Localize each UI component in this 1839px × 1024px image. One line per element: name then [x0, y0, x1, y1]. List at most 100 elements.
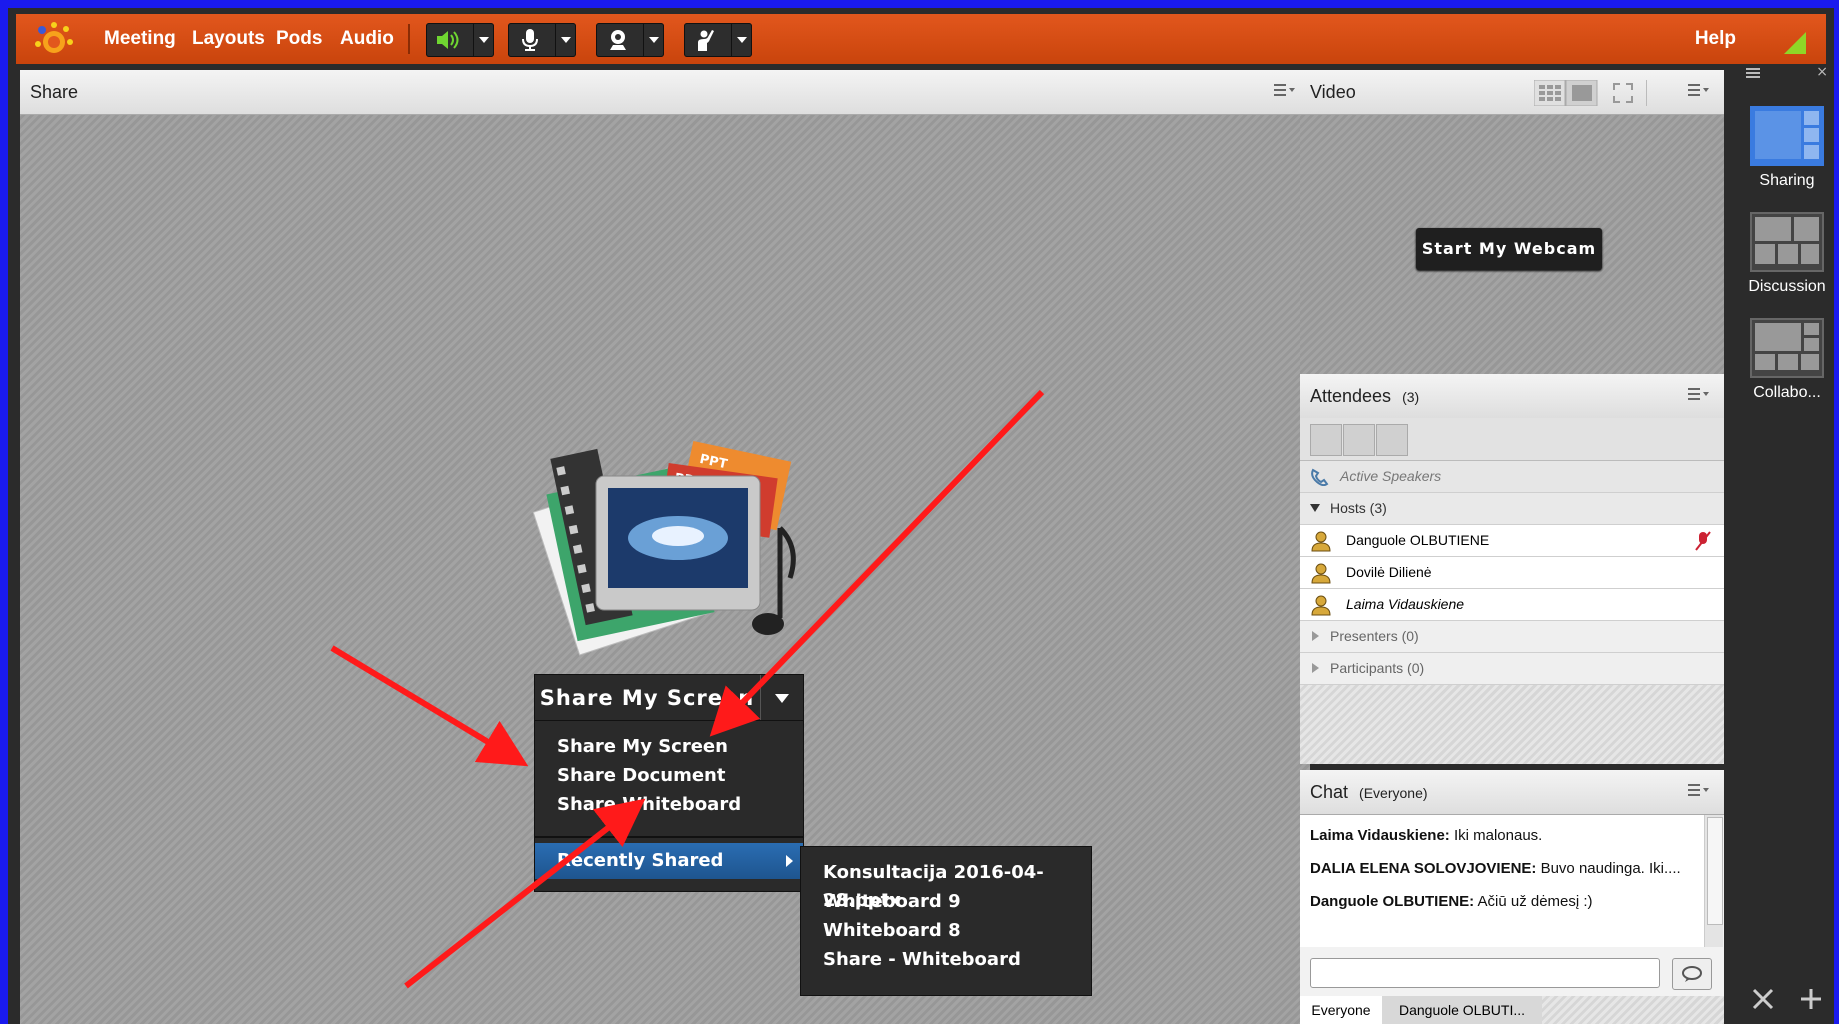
host-user-icon — [1311, 531, 1331, 552]
chevron-down-icon — [737, 37, 747, 43]
menubar-divider — [408, 24, 410, 54]
layout-sharing-label[interactable]: Sharing — [1740, 172, 1834, 190]
app-logo-icon — [35, 22, 73, 53]
chat-pod-menu-icon[interactable] — [1688, 784, 1710, 800]
presenters-group-row[interactable]: Presenters (0) — [1300, 621, 1724, 653]
share-my-screen-label[interactable]: Share My Screen — [535, 675, 759, 721]
raise-hand-icon — [698, 30, 714, 51]
menu-audio[interactable]: Audio — [340, 14, 394, 64]
host-user-icon — [1311, 595, 1331, 616]
speaker-button[interactable] — [426, 23, 494, 57]
chat-message: DALIA ELENA SOLOVJOVIENE: Buvo naudinga.… — [1310, 860, 1681, 877]
start-my-webcam-button[interactable]: Start My Webcam — [1416, 228, 1602, 270]
music-note-icon — [752, 613, 784, 635]
attendee-row[interactable]: Dovilė Dilienė — [1300, 557, 1724, 589]
chat-pod-title: Chat (Everyone) — [1310, 782, 1428, 802]
webcam-dropdown[interactable] — [643, 23, 664, 57]
recent-item[interactable]: Share - Whiteboard — [823, 946, 1021, 974]
speaker-dropdown[interactable] — [473, 23, 494, 57]
layout-discussion-label[interactable]: Discussion — [1740, 278, 1834, 296]
speaker-icon — [437, 31, 459, 49]
speech-bubble-icon — [1682, 966, 1702, 982]
layout-discussion-thumb[interactable] — [1750, 212, 1824, 272]
microphone-dropdown[interactable] — [555, 23, 576, 57]
expand-down-icon — [1310, 504, 1320, 512]
microphone-button[interactable] — [508, 23, 576, 57]
recent-item[interactable]: Whiteboard 9 — [823, 888, 961, 916]
expand-right-icon — [1312, 663, 1319, 673]
chevron-down-icon — [479, 37, 489, 43]
recent-item[interactable]: Konsultacija 2016-04-28.pptx — [823, 859, 1091, 911]
chat-input[interactable] — [1310, 958, 1660, 988]
share-options-menu: Share My Screen Share Document Share Whi… — [534, 720, 804, 892]
chat-scrollbar[interactable] — [1704, 815, 1723, 947]
host-user-icon — [1311, 563, 1331, 584]
chat-tab-everyone[interactable]: Everyone — [1300, 996, 1383, 1024]
chat-message: Laima Vidauskiene: Iki malonaus. — [1310, 827, 1543, 844]
share-my-screen-button[interactable]: Share My Screen — [534, 674, 804, 722]
raise-hand-button[interactable] — [684, 23, 752, 57]
video-view-toggle[interactable] — [1534, 80, 1598, 106]
menu-pods[interactable]: Pods — [276, 14, 322, 64]
chat-message: Danguole OLBUTIENE: Ačiū už dėmesį :) — [1310, 893, 1593, 910]
menu-share-whiteboard[interactable]: Share Whiteboard — [557, 791, 741, 819]
chevron-down-icon — [561, 37, 571, 43]
menu-help[interactable]: Help — [1695, 14, 1736, 64]
attendees-pod-menu-icon[interactable] — [1688, 388, 1710, 404]
adobe-connect-window: Meeting Layouts Pods Audio Help Share PP… — [8, 8, 1834, 1024]
layouts-menu-icon[interactable] — [1746, 68, 1760, 78]
breakout-view-icon[interactable] — [1343, 424, 1375, 456]
close-icon[interactable]: × — [1816, 64, 1828, 80]
attendees-pod-header: Attendees (3) — [1300, 374, 1724, 419]
add-layout-icon[interactable] — [1798, 986, 1824, 1012]
connection-signal-icon — [1784, 32, 1806, 54]
attendees-pod: Attendees (3) Active Speakers Hosts (3) … — [1300, 374, 1724, 764]
menu-layouts[interactable]: Layouts — [192, 14, 265, 64]
share-pod-title: Share — [30, 82, 79, 102]
chat-scroll-thumb[interactable] — [1707, 817, 1723, 925]
hosts-group-label: Hosts (3) — [1330, 500, 1387, 516]
fullscreen-icon[interactable] — [1612, 82, 1634, 104]
tools-icon[interactable] — [1750, 986, 1776, 1012]
list-view-icon[interactable] — [1310, 424, 1342, 456]
chevron-down-icon — [649, 37, 659, 43]
chat-pod: Chat (Everyone) Laima Vidauskiene: Iki m… — [1300, 770, 1724, 1024]
share-pod: Share PPT PDF — [20, 70, 1310, 1024]
video-pod-title: Video — [1310, 82, 1356, 102]
microphone-active-icon — [1695, 531, 1711, 551]
video-pod-menu-icon[interactable] — [1688, 84, 1710, 100]
layout-sharing-thumb[interactable] — [1750, 106, 1824, 166]
share-pod-menu-icon[interactable] — [1274, 84, 1296, 100]
status-dropdown[interactable] — [731, 23, 752, 57]
hosts-group-row[interactable]: Hosts (3) — [1300, 493, 1724, 525]
chat-tab-private[interactable]: Danguole OLBUTI... — [1382, 996, 1543, 1024]
attendee-row[interactable]: Danguole OLBUTIENE — [1300, 525, 1724, 557]
attendee-row[interactable]: Laima Vidauskiene — [1300, 589, 1724, 621]
recent-item[interactable]: Whiteboard 8 — [823, 917, 961, 945]
status-view-icon[interactable] — [1376, 424, 1408, 456]
menu-share-document[interactable]: Share Document — [557, 762, 725, 790]
webcam-toolbar-button[interactable] — [596, 23, 664, 57]
menu-recently-shared[interactable]: Recently Shared — [535, 843, 803, 879]
presenters-group-label: Presenters (0) — [1330, 628, 1419, 644]
attendee-name: Dovilė Dilienė — [1346, 564, 1432, 580]
share-options-dropdown[interactable] — [760, 675, 803, 721]
attendees-pod-title: Attendees (3) — [1310, 386, 1420, 406]
expand-right-icon — [1312, 631, 1319, 641]
share-content-illustration: PPT PDF — [532, 440, 796, 656]
layout-collaboration-label[interactable]: Collabo... — [1740, 384, 1834, 402]
active-speakers-row: Active Speakers — [1300, 461, 1724, 493]
chat-scope: (Everyone) — [1359, 785, 1428, 801]
menu-recently-shared-label: Recently Shared — [557, 850, 724, 871]
video-pod: Video Start My Webcam — [1300, 70, 1724, 374]
attendee-name: Danguole OLBUTIENE — [1346, 532, 1490, 548]
send-chat-button[interactable] — [1672, 958, 1712, 990]
layouts-bar: × Sharing Discussion Collabo... — [1740, 64, 1834, 1024]
menu-share-my-screen[interactable]: Share My Screen — [557, 733, 728, 761]
menu-meeting[interactable]: Meeting — [104, 14, 176, 64]
chat-pod-header: Chat (Everyone) — [1300, 770, 1724, 815]
recently-shared-submenu: Konsultacija 2016-04-28.pptx Whiteboard … — [800, 846, 1092, 996]
phone-icon — [1311, 468, 1329, 486]
layout-collaboration-thumb[interactable] — [1750, 318, 1824, 378]
participants-group-row[interactable]: Participants (0) — [1300, 653, 1724, 685]
